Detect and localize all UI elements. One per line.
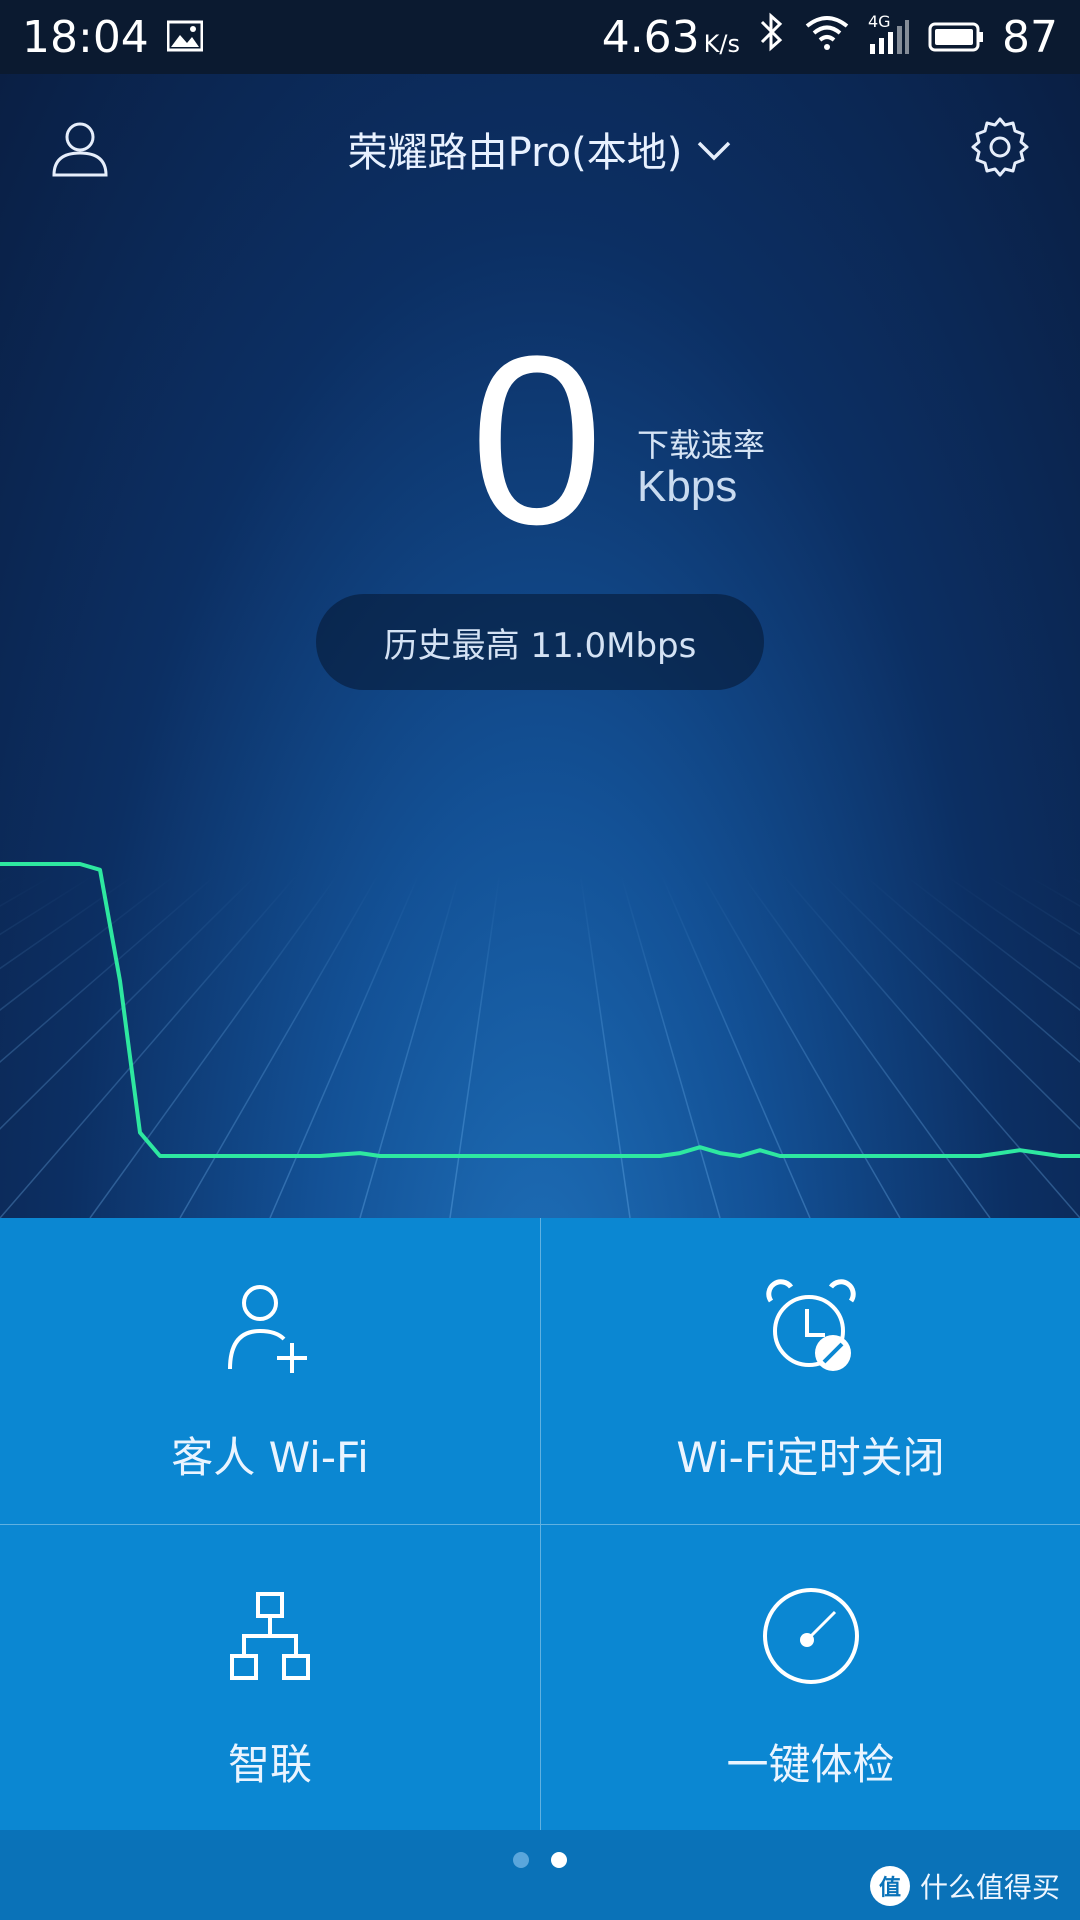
current-speed: 0 下载速率 Kbps (0, 320, 1080, 560)
smart-connect-label: 智联 (227, 1740, 312, 1789)
speed-history-line (0, 862, 1080, 1158)
network-speed-unit: K/s (703, 29, 740, 58)
network-topology-icon (215, 1581, 325, 1691)
page-dot-1[interactable] (513, 1852, 529, 1868)
speed-unit: Kbps (637, 462, 738, 511)
health-check-label: 一键体检 (726, 1740, 895, 1789)
network-speed-value: 4.63 (601, 11, 700, 63)
smart-connect-tile[interactable]: 智联 (0, 1524, 540, 1830)
network-speed: 4.63 K/s (602, 12, 740, 63)
history-max-badge: 历史最高 11.0Mbps (316, 594, 764, 690)
wifi-icon (804, 12, 850, 63)
status-right: 4.63 K/s 4G 87 (602, 12, 1058, 63)
settings-button[interactable] (960, 109, 1040, 189)
speed-label: 下载速率 (637, 426, 766, 464)
guest-wifi-label: 客人 Wi-Fi (171, 1433, 369, 1482)
watermark-badge: 值 (869, 1866, 910, 1906)
health-check-tile[interactable]: 一键体检 (540, 1524, 1080, 1830)
battery-level: 87 (1002, 11, 1058, 63)
speed-value: 0 (470, 306, 604, 574)
page-dot-2[interactable] (551, 1852, 567, 1868)
status-left: 18:04 (22, 11, 204, 63)
router-selector[interactable]: 荣耀路由Pro(本地) (348, 120, 733, 178)
gear-icon (968, 115, 1032, 183)
feature-grid: 客人 Wi-Fi Wi-Fi定时关闭 智联 一键体检 (0, 1218, 1080, 1830)
user-icon (48, 115, 112, 183)
top-bar: 荣耀路由Pro(本地) (0, 74, 1080, 224)
battery-icon (928, 12, 984, 63)
cellular-signal-icon: 4G (868, 12, 910, 56)
watermark-text: 什么值得买 (919, 1871, 1060, 1904)
add-user-icon (215, 1274, 325, 1384)
alarm-clock-icon (756, 1274, 866, 1384)
router-name: 荣耀路由Pro(本地) (347, 130, 683, 176)
wifi-timer-label: Wi-Fi定时关闭 (676, 1433, 945, 1482)
wifi-timer-tile[interactable]: Wi-Fi定时关闭 (540, 1218, 1080, 1524)
gauge-icon (756, 1581, 866, 1691)
chevron-down-icon (696, 126, 732, 172)
account-button[interactable] (40, 109, 120, 189)
guest-wifi-tile[interactable]: 客人 Wi-Fi (0, 1218, 540, 1524)
bluetooth-icon (758, 12, 786, 63)
status-time: 18:04 (22, 11, 149, 63)
network-type: 4G (868, 12, 891, 31)
status-bar: 18:04 4.63 K/s 4G 87 (0, 0, 1080, 74)
image-notification-icon (166, 12, 204, 63)
watermark: 值 什么值得买 (869, 1866, 1060, 1906)
